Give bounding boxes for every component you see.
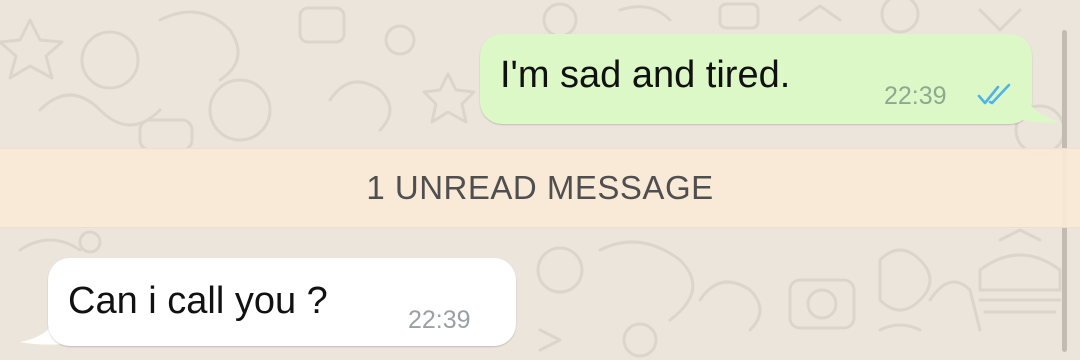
outgoing-bubble-tail <box>1022 86 1060 123</box>
message-text: I'm sad and tired. <box>500 54 791 96</box>
message-time: 22:39 <box>408 306 471 334</box>
message-text: Can i call you ? <box>68 280 328 322</box>
incoming-message-bubble[interactable]: Can i call you ? 22:39 <box>48 258 516 346</box>
message-time: 22:39 <box>884 82 947 110</box>
unread-messages-divider: 1 UNREAD MESSAGE <box>0 148 1080 228</box>
outgoing-message-bubble[interactable]: I'm sad and tired. 22:39 <box>480 34 1032 124</box>
double-check-read-icon <box>977 83 1011 105</box>
unread-messages-label: 1 UNREAD MESSAGE <box>366 169 714 206</box>
